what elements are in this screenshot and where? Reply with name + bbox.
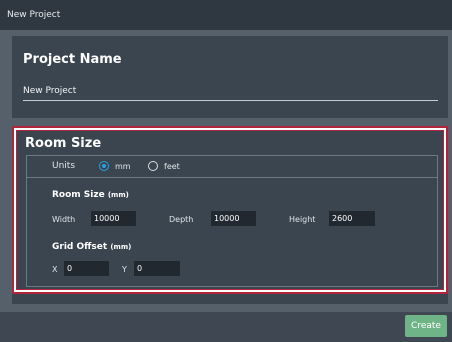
grid-offset-heading-text: Grid Offset [52, 242, 108, 252]
units-label: Units [52, 161, 76, 171]
dialog-footer [0, 312, 452, 342]
project-name-heading: Project Name [23, 52, 122, 67]
room-size-settings-box: Units mm feet Room Size (mm) Width 10000… [26, 155, 438, 287]
x-label: X [52, 265, 58, 274]
panel-bottom [12, 294, 448, 304]
room-dimensions-heading-text: Room Size [52, 190, 105, 200]
width-label: Width [52, 215, 76, 224]
feet-radio-label[interactable]: feet [164, 162, 180, 171]
units-row: Units mm feet [27, 156, 437, 178]
height-label: Height [289, 215, 316, 224]
y-offset-input[interactable]: 0 [134, 261, 180, 276]
width-input[interactable]: 10000 [91, 211, 136, 226]
mm-radio-label[interactable]: mm [115, 162, 131, 171]
mm-radio[interactable] [99, 161, 109, 171]
section-divider [12, 118, 448, 126]
room-size-panel: Room Size Units mm feet Room Size (mm) W… [16, 130, 444, 290]
y-label: Y [122, 265, 127, 274]
project-name-section: Project Name New Project [12, 36, 448, 118]
room-dimensions-heading: Room Size (mm) [52, 190, 129, 200]
room-size-section: Room Size Units mm feet Room Size (mm) W… [12, 126, 448, 294]
window-title: New Project [0, 0, 452, 30]
feet-radio[interactable] [148, 161, 158, 171]
height-input[interactable]: 2600 [329, 211, 375, 226]
depth-label: Depth [169, 215, 194, 224]
depth-input[interactable]: 10000 [211, 211, 256, 226]
create-button[interactable]: Create [405, 315, 447, 337]
grid-offset-unit: (mm) [110, 243, 132, 251]
project-name-input[interactable]: New Project [23, 86, 76, 96]
room-size-heading: Room Size [25, 136, 102, 151]
x-offset-input[interactable]: 0 [64, 261, 109, 276]
project-name-underline [23, 100, 438, 101]
room-dimensions-unit: (mm) [107, 191, 129, 199]
grid-offset-heading: Grid Offset (mm) [52, 242, 131, 252]
